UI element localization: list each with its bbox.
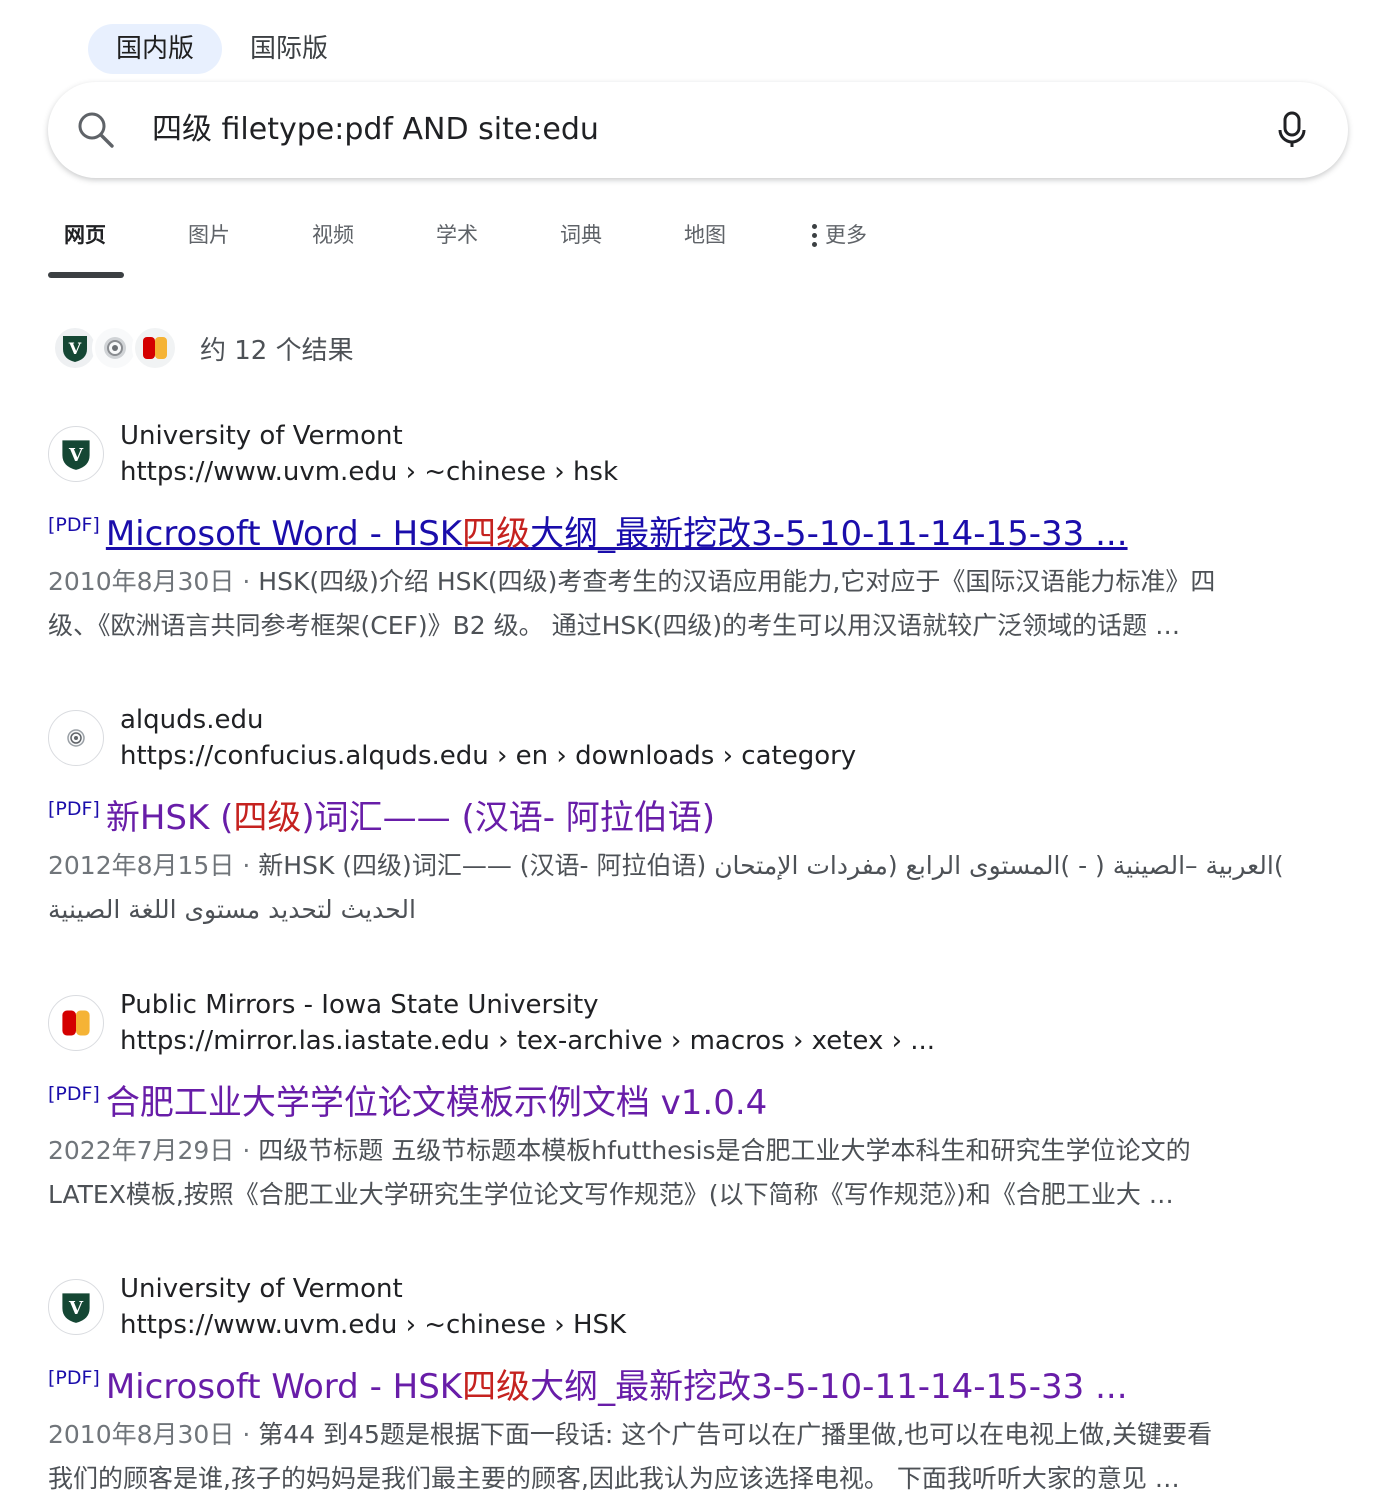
separator: · <box>242 1420 251 1449</box>
result-url[interactable]: https://www.uvm.edu › ~chinese › HSK <box>120 1307 626 1343</box>
result-snippet: 2010年8月30日 · HSK(四级)介绍 HSK(四级)考查考生的汉语应用能力,… <box>48 560 1348 648</box>
alquds-favicon-icon <box>48 710 104 766</box>
snippet-text: 四级节标题 五级节标题本模板hfutthesis是合肥工业大学本科生和研究生学位… <box>258 1136 1191 1165</box>
svg-text:V: V <box>68 445 84 466</box>
result-title-part: Microsoft Word - HSK <box>105 1367 463 1407</box>
svg-text:V: V <box>68 339 82 358</box>
result-title-highlight: 四级 <box>462 514 531 554</box>
result-url[interactable]: https://mirror.las.iastate.edu › tex-arc… <box>120 1023 935 1059</box>
microphone-icon[interactable] <box>1272 110 1312 150</box>
result-site[interactable]: alquds.edu https://confucius.alquds.edu … <box>48 700 1348 776</box>
snippet-text: 第44 到45题是根据下面一段话: 这个广告可以在广播里做,也可以在电视上做,关… <box>258 1420 1213 1449</box>
snippet-text: 新HSK (四级)词汇—— (汉语- 阿拉伯语) العربية –الصيني… <box>258 851 1284 880</box>
separator: · <box>242 1136 251 1165</box>
result-url[interactable]: https://www.uvm.edu › ~chinese › hsk <box>120 454 618 490</box>
search-tabs: 网页 图片 视频 学术 词典 地图 更多 <box>48 214 922 278</box>
result-title-part: )词汇—— (汉语- 阿拉伯语) <box>301 798 716 838</box>
tab-web[interactable]: 网页 <box>48 214 172 278</box>
snippet-text: الحديث لتحديد مستوى اللغة الصينية <box>48 895 416 924</box>
snippet-text: 级、《欧洲语言共同参考框架(CEF)》B2 级。 通过HSK(四级)的考生可以用… <box>48 611 1181 640</box>
search-result: V University of Vermont https://www.uvm.… <box>48 1269 1348 1493</box>
search-result: V University of Vermont https://www.uvm.… <box>48 416 1348 648</box>
search-icon[interactable] <box>76 110 116 150</box>
tab-maps[interactable]: 地图 <box>668 214 792 278</box>
result-title-part: 新HSK ( <box>105 798 234 838</box>
source-favicons: V <box>52 325 178 371</box>
result-title-part: Microsoft Word - HSK <box>105 514 463 554</box>
result-snippet: 2010年8月30日 · 第44 到45题是根据下面一段话: 这个广告可以在广播里做… <box>48 1413 1348 1493</box>
result-site[interactable]: Public Mirrors - Iowa State University h… <box>48 985 1348 1061</box>
result-site-name: Public Mirrors - Iowa State University <box>120 990 599 1020</box>
separator: · <box>242 567 251 596</box>
result-site[interactable]: V University of Vermont https://www.uvm.… <box>48 1269 1348 1345</box>
result-title-link[interactable]: Microsoft Word - HSK四级大纲_最新挖改3-5-10-11-1… <box>106 1365 1128 1409</box>
uvm-favicon-icon: V <box>48 426 104 482</box>
region-toggle: 国内版 国际版 <box>88 24 356 74</box>
result-title-link[interactable]: 新HSK (四级)词汇—— (汉语- 阿拉伯语) <box>106 796 715 840</box>
results-count: 约 12 个结果 <box>200 335 354 366</box>
result-title-highlight: 四级 <box>462 1367 531 1407</box>
result-title-part: 大纲_最新挖改3-5-10-11-14-15-33 ... <box>530 514 1128 554</box>
pdf-tag: [PDF] <box>48 798 100 820</box>
result-site[interactable]: V University of Vermont https://www.uvm.… <box>48 416 1348 492</box>
iastate-favicon-icon <box>132 325 178 371</box>
tab-dictionary[interactable]: 词典 <box>544 214 668 278</box>
result-site-name: alquds.edu <box>120 705 264 735</box>
uvm-favicon-icon: V <box>48 1279 104 1335</box>
result-title-part: 合肥工业大学学位论文模板示例文档 v1.0.4 <box>105 1083 768 1123</box>
result-snippet: 2022年7月29日 · 四级节标题 五级节标题本模板hfutthesis是合肥工业… <box>48 1129 1348 1217</box>
result-snippet: 2012年8月15日 · 新HSK (四级)词汇—— (汉语- 阿拉伯语) العر… <box>48 844 1348 932</box>
more-vert-icon <box>808 214 817 247</box>
pdf-tag: [PDF] <box>48 1083 100 1105</box>
result-site-name: University of Vermont <box>120 1274 403 1304</box>
result-title-link[interactable]: Microsoft Word - HSK四级大纲_最新挖改3-5-10-11-1… <box>106 512 1128 556</box>
search-input[interactable]: 四级 filetype:pdf AND site:edu <box>152 82 599 178</box>
snippet-text: HSK(四级)介绍 HSK(四级)考查考生的汉语应用能力,它对应于《国际汉语能力… <box>258 567 1216 596</box>
iastate-favicon-icon <box>48 995 104 1051</box>
result-title-highlight: 四级 <box>233 798 302 838</box>
region-international-tab[interactable]: 国际版 <box>222 24 356 74</box>
snippet-text: 我们的顾客是谁,孩子的妈妈是我们最主要的顾客,因此我认为应该选择电视。 下面我听… <box>48 1464 1180 1493</box>
tab-more[interactable]: 更多 <box>792 214 922 278</box>
pdf-tag: [PDF] <box>48 1367 100 1389</box>
tab-academic[interactable]: 学术 <box>420 214 544 278</box>
pdf-tag: [PDF] <box>48 514 100 536</box>
tab-images[interactable]: 图片 <box>172 214 296 278</box>
search-result: alquds.edu https://confucius.alquds.edu … <box>48 700 1348 932</box>
separator: · <box>242 851 251 880</box>
result-title-part: 大纲_最新挖改3-5-10-11-14-15-33 ... <box>530 1367 1128 1407</box>
region-domestic-tab[interactable]: 国内版 <box>88 24 223 74</box>
tab-more-label: 更多 <box>825 223 867 247</box>
result-date: 2010年8月30日 <box>48 1420 235 1449</box>
result-date: 2022年7月29日 <box>48 1136 235 1165</box>
results-stats: V 约 12 个结果 <box>52 324 354 372</box>
snippet-text: LATEX模板,按照《合肥工业大学研究生学位论文写作规范》(以下简称《写作规范》… <box>48 1180 1174 1209</box>
search-result: Public Mirrors - Iowa State University h… <box>48 985 1348 1217</box>
svg-text:V: V <box>68 1298 84 1319</box>
search-box[interactable]: 四级 filetype:pdf AND site:edu <box>48 82 1348 178</box>
result-site-name: University of Vermont <box>120 421 403 451</box>
result-title-link[interactable]: 合肥工业大学学位论文模板示例文档 v1.0.4 <box>106 1081 767 1125</box>
tab-videos[interactable]: 视频 <box>296 214 420 278</box>
result-date: 2010年8月30日 <box>48 567 235 596</box>
result-url[interactable]: https://confucius.alquds.edu › en › down… <box>120 738 856 774</box>
result-date: 2012年8月15日 <box>48 851 235 880</box>
